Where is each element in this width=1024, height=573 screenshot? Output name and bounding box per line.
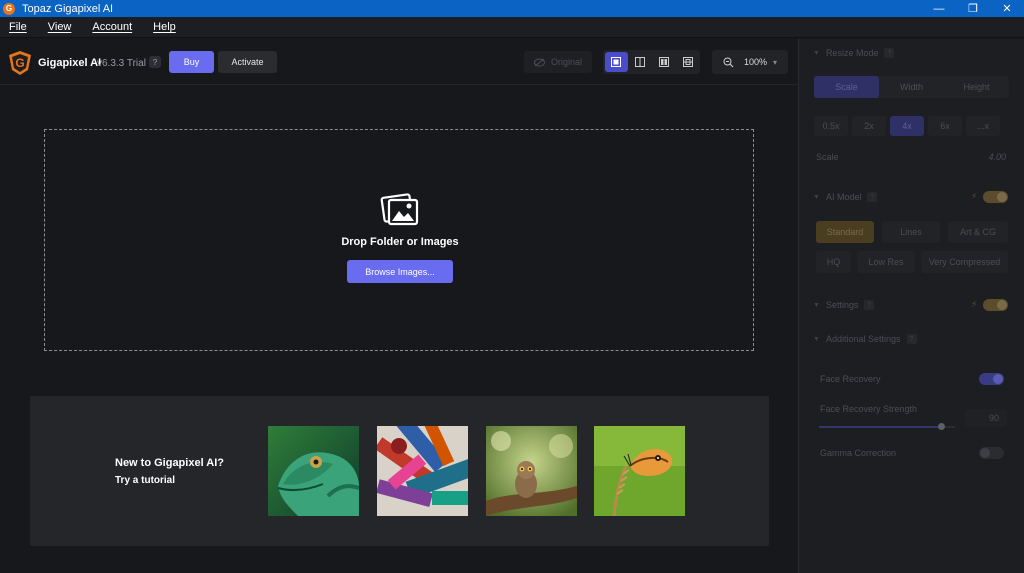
resize-mode-title: Resize Mode (825, 48, 879, 58)
window-controls: — ❐ ✕ (922, 0, 1024, 17)
bolt-icon: ⚡ (971, 299, 978, 309)
help-icon[interactable]: ? (867, 192, 878, 202)
svg-text:G: G (15, 56, 24, 70)
view-mode-group (603, 50, 700, 74)
face-recovery-strength-fill (819, 426, 942, 428)
close-button[interactable]: ✕ (990, 0, 1024, 17)
tutorial-link[interactable]: Try a tutorial (115, 475, 175, 486)
scale-custom[interactable]: ...x (966, 116, 1000, 136)
settings-title: Settings (825, 300, 859, 310)
face-recovery-strength-label: Face Recovery Strength (820, 404, 918, 414)
drop-zone[interactable]: Drop Folder or Images Browse Images... (44, 129, 754, 351)
zoom-icon (723, 57, 735, 68)
scale-label: Scale (816, 152, 839, 162)
scale-presets: 0.5x 2x 4x 6x ...x (814, 116, 1009, 136)
menu-bar: File View Account Help (0, 17, 1024, 38)
resize-mode-header[interactable]: ▼ Resize Mode ? (813, 48, 895, 58)
model-low-res[interactable]: Low Res (857, 251, 915, 273)
resize-mode-tabs: Scale Width Height (814, 76, 1009, 98)
menu-file[interactable]: File (9, 21, 27, 33)
ai-model-title: AI Model (825, 192, 862, 202)
scale-4x[interactable]: 4x (890, 116, 924, 136)
tab-scale[interactable]: Scale (814, 76, 879, 98)
eye-off-icon (533, 58, 545, 66)
menu-view[interactable]: View (48, 21, 72, 33)
settings-header[interactable]: ▼ Settings ? (813, 300, 875, 310)
model-very-compressed[interactable]: Very Compressed (921, 251, 1008, 273)
additional-settings-header[interactable]: ▼ Additional Settings ? (813, 334, 917, 344)
help-icon[interactable]: ? (864, 300, 875, 310)
chevron-down-icon: ▼ (813, 335, 820, 343)
single-view-icon (611, 57, 622, 67)
view-side-by-side-button[interactable] (653, 52, 676, 72)
face-recovery-strength-value[interactable]: 90 (965, 409, 1007, 427)
gamma-correction-toggle[interactable] (979, 447, 1004, 459)
grid-view-icon (682, 57, 693, 67)
additional-settings-title: Additional Settings (825, 334, 901, 344)
face-recovery-toggle[interactable] (979, 373, 1004, 385)
scale-2x[interactable]: 2x (852, 116, 886, 136)
model-art-cg[interactable]: Art & CG (948, 221, 1008, 243)
help-icon[interactable]: ? (884, 48, 895, 58)
tutorial-heading: New to Gigapixel AI? (115, 457, 224, 469)
browse-images-button[interactable]: Browse Images... (347, 260, 453, 283)
scale-0-5x[interactable]: 0.5x (814, 116, 848, 136)
zoom-value: 100% (744, 57, 768, 67)
model-lines[interactable]: Lines (882, 221, 940, 243)
chevron-down-icon: ▾ (773, 57, 778, 67)
version-label: v6.3.3 Trial (97, 58, 146, 69)
images-icon (380, 193, 419, 226)
brand-name: Gigapixel AI (38, 57, 102, 69)
menu-account[interactable]: Account (92, 21, 132, 33)
help-icon[interactable]: ? (149, 56, 161, 68)
split-view-icon (635, 57, 646, 67)
settings-panel: ▼ Resize Mode ? Scale Width Height 0.5x … (798, 39, 1024, 573)
tutorial-thumbnail-owl[interactable] (486, 426, 577, 516)
buy-button[interactable]: Buy (169, 51, 214, 73)
view-single-button[interactable] (605, 52, 628, 72)
tab-height[interactable]: Height (944, 76, 1009, 98)
original-button[interactable]: Original (524, 51, 592, 73)
view-split-button[interactable] (629, 52, 652, 72)
tutorial-thumbnail-butterfly[interactable] (594, 426, 685, 516)
face-recovery-strength-handle[interactable] (937, 423, 945, 430)
main-area: G Gigapixel AI v6.3.3 Trial ? Buy Activa… (0, 39, 798, 573)
model-standard[interactable]: Standard (816, 221, 874, 243)
title-bar: G Topaz Gigapixel AI — ❐ ✕ (0, 0, 1024, 17)
bolt-icon: ⚡ (971, 191, 978, 201)
restore-button[interactable]: ❐ (956, 0, 990, 17)
drop-title: Drop Folder or Images (341, 236, 459, 248)
face-recovery-label: Face Recovery (820, 374, 881, 384)
top-toolbar: G Gigapixel AI v6.3.3 Trial ? Buy Activa… (0, 39, 798, 85)
gamma-correction-label: Gamma Correction (820, 448, 897, 458)
tutorial-thumbnail-lizard[interactable] (268, 426, 359, 516)
original-label: Original (550, 57, 582, 67)
tutorial-card: New to Gigapixel AI? Try a tutorial (30, 396, 769, 546)
minimize-button[interactable]: — (922, 0, 956, 17)
side-by-side-icon (658, 57, 669, 67)
menu-help[interactable]: Help (153, 21, 176, 33)
zoom-control[interactable]: 100% ▾ (712, 50, 788, 74)
chevron-down-icon: ▼ (813, 49, 820, 57)
gigapixel-logo-icon: G (9, 51, 31, 75)
chevron-down-icon: ▼ (813, 193, 820, 201)
activate-button[interactable]: Activate (218, 51, 277, 73)
tutorial-thumbnail-brushes[interactable] (377, 426, 468, 516)
window-title: Topaz Gigapixel AI (22, 2, 114, 15)
help-icon[interactable]: ? (906, 334, 917, 344)
view-grid-button[interactable] (676, 52, 699, 72)
tab-width[interactable]: Width (879, 76, 944, 98)
settings-toggle[interactable] (983, 299, 1008, 311)
ai-model-header[interactable]: ▼ AI Model ? (813, 192, 878, 202)
ai-model-toggle[interactable] (983, 191, 1008, 203)
chevron-down-icon: ▼ (813, 301, 820, 309)
app-logo-icon: G (3, 2, 15, 15)
scale-6x[interactable]: 6x (928, 116, 962, 136)
scale-value[interactable]: 4.00 (988, 152, 1006, 162)
model-hq[interactable]: HQ (816, 251, 851, 273)
